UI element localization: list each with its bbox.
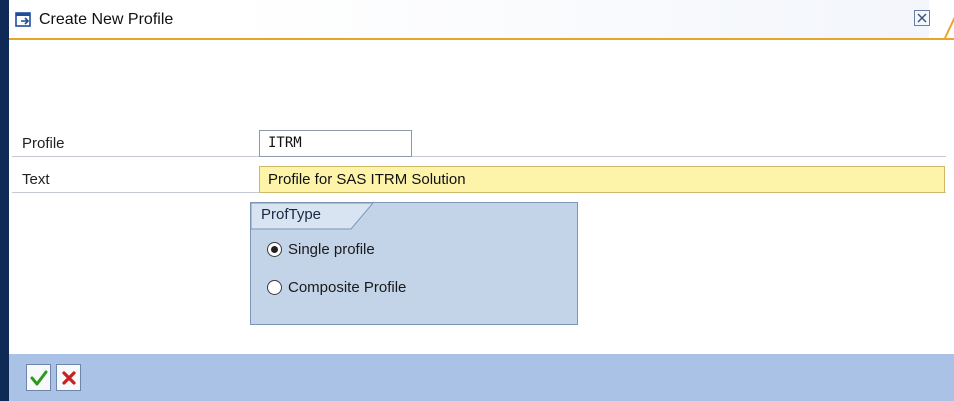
text-label: Text bbox=[22, 171, 50, 188]
dialog-icon bbox=[15, 12, 31, 27]
profile-label: Profile bbox=[22, 135, 65, 152]
dialog-title: Create New Profile bbox=[39, 11, 174, 28]
dialog-footer bbox=[9, 354, 954, 401]
radio-unselected-icon bbox=[267, 280, 282, 295]
confirm-button[interactable] bbox=[26, 364, 51, 391]
title-bar-gradient bbox=[229, 0, 929, 38]
radio-composite-profile-label: Composite Profile bbox=[288, 279, 407, 296]
radio-single-profile[interactable]: Single profile bbox=[267, 241, 375, 258]
checkmark-icon bbox=[30, 370, 47, 385]
prof-type-title: ProfType bbox=[261, 206, 322, 223]
cancel-button[interactable] bbox=[56, 364, 81, 391]
cross-icon bbox=[61, 370, 76, 385]
prof-type-group: ProfType Single profile Composite Profil… bbox=[250, 202, 578, 325]
close-icon bbox=[917, 13, 927, 23]
radio-single-profile-label: Single profile bbox=[288, 241, 375, 258]
close-button[interactable] bbox=[914, 10, 930, 26]
text-input[interactable]: Profile for SAS ITRM Solution bbox=[259, 166, 945, 193]
profile-input[interactable]: ITRM bbox=[259, 130, 412, 157]
title-bar: Create New Profile bbox=[9, 0, 954, 40]
radio-selected-icon bbox=[267, 242, 282, 257]
radio-composite-profile[interactable]: Composite Profile bbox=[267, 279, 406, 296]
window-left-border bbox=[0, 0, 9, 401]
title-bar-corner bbox=[944, 16, 954, 39]
profile-row: Profile bbox=[12, 130, 946, 157]
create-profile-dialog: Create New Profile Profile ITRM Text Pro… bbox=[0, 0, 954, 401]
